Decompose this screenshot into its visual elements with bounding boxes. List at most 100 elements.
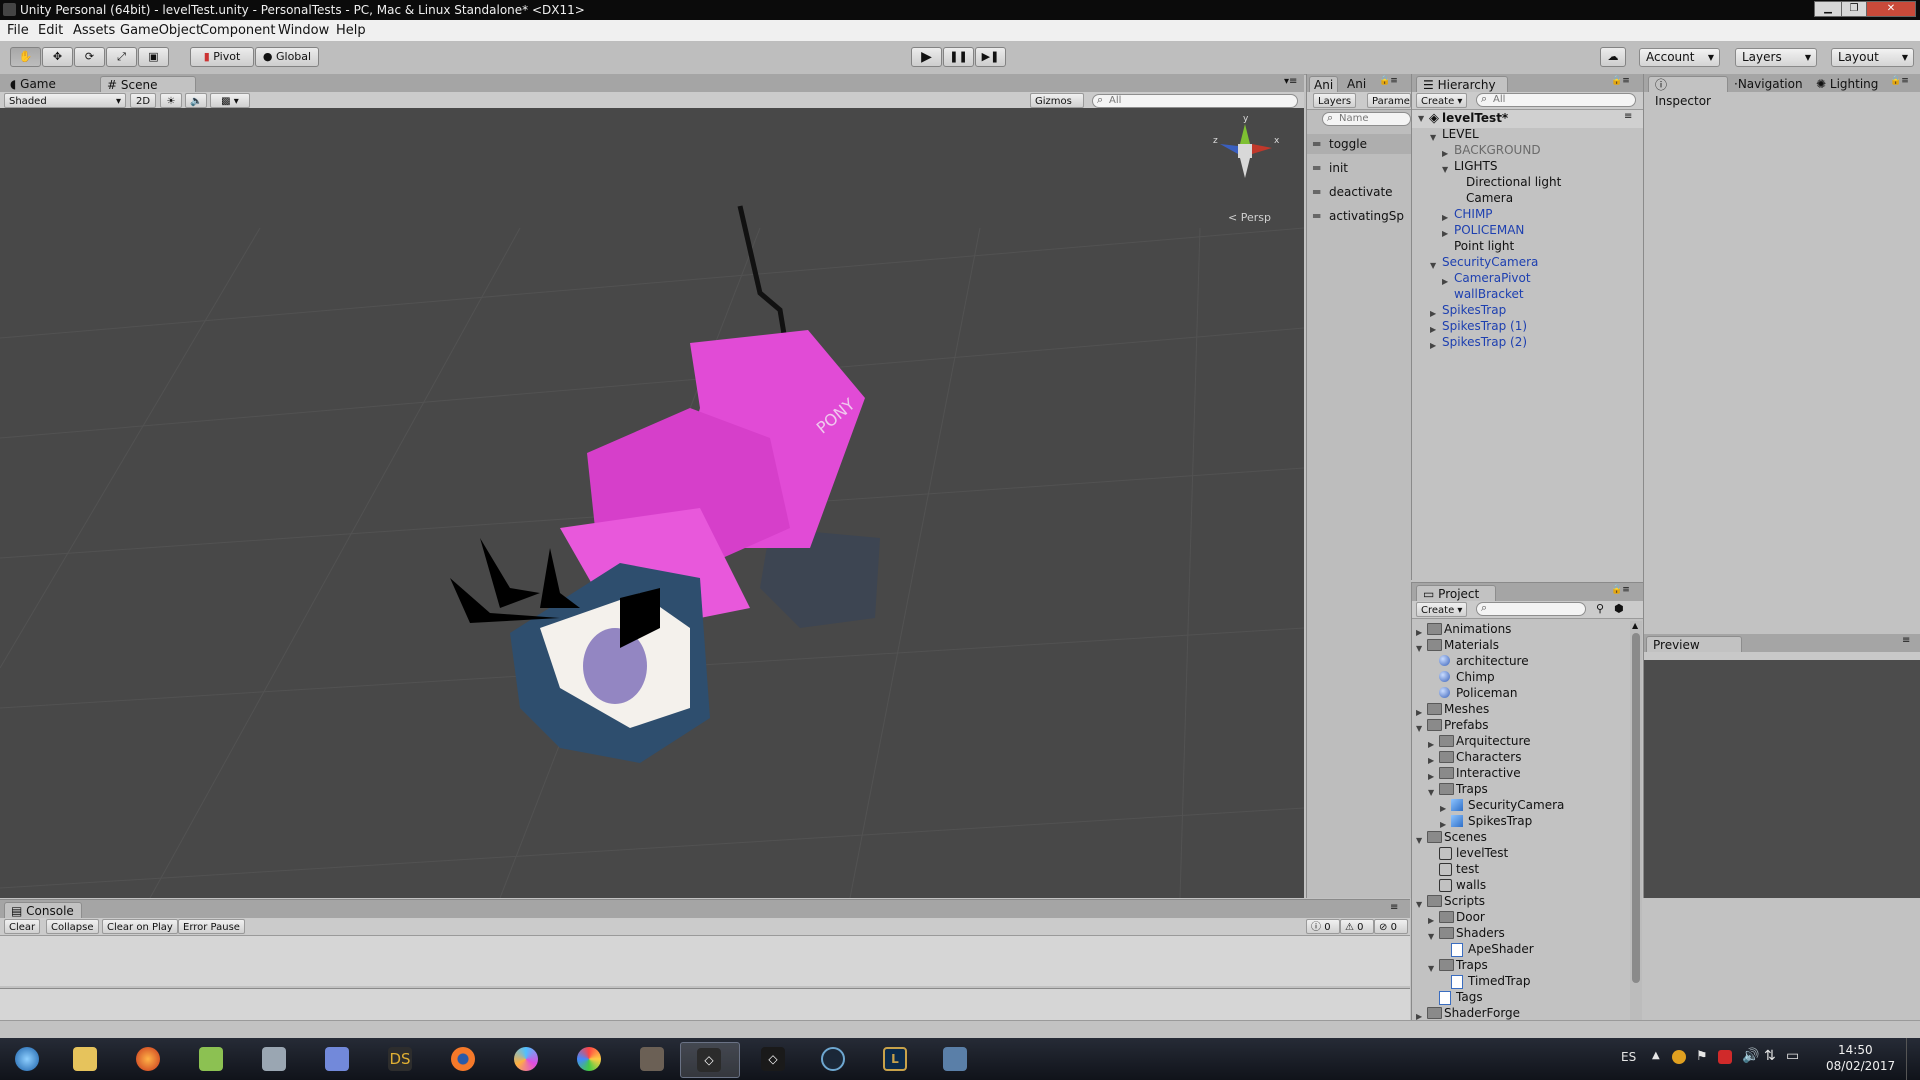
global-toggle[interactable]: ● Global [255,47,319,67]
hierarchy-item[interactable]: Point light [1412,238,1643,254]
hierarchy-search-input[interactable]: All [1476,93,1636,107]
flag-icon[interactable]: ⚑ [1696,1049,1708,1064]
project-item[interactable]: ▶ Door [1412,909,1630,925]
panel-menu-icon[interactable]: ▾≡ [1284,76,1297,87]
hierarchy-item[interactable]: ▶ BACKGROUND [1412,142,1643,158]
tab-layers[interactable]: Layers [1313,93,1357,108]
project-item[interactable]: walls [1412,877,1630,893]
tab-game[interactable]: ◖ Game [4,76,62,92]
hand-tool-button[interactable]: ✋ [10,47,41,67]
layout-dropdown[interactable]: Layout ▼ [1831,48,1914,67]
lock-icon[interactable]: 🔒≡ [1611,585,1630,595]
drag-handle-icon[interactable]: ═ [1313,160,1320,176]
project-item[interactable]: ▶ SecurityCamera [1412,797,1630,813]
taskbar-firefox[interactable] [123,1042,173,1076]
parameter-row[interactable]: ═ activatingSp [1307,206,1411,226]
rect-tool-button[interactable]: ▣ [138,47,169,67]
taskbar-explorer[interactable] [60,1042,110,1076]
console-log-area[interactable] [0,936,1410,986]
menu-assets[interactable]: Assets [73,23,115,38]
maximize-button[interactable]: ❐ [1841,1,1867,17]
project-item[interactable]: ▶ Interactive [1412,765,1630,781]
project-item[interactable]: ApeShader [1412,941,1630,957]
project-item[interactable]: Tags [1412,989,1630,1005]
project-item[interactable]: ▼ Traps [1412,781,1630,797]
tab-preview[interactable]: Preview [1646,636,1742,652]
project-item[interactable]: ▶ Arquitecture [1412,733,1630,749]
pivot-toggle[interactable]: ▮ Pivot [190,47,254,67]
tab-parameters[interactable]: Parame [1367,93,1411,108]
taskbar-notepad[interactable] [186,1042,236,1076]
step-button[interactable]: ▶❚ [975,47,1006,67]
project-item[interactable]: test [1412,861,1630,877]
drag-handle-icon[interactable]: ═ [1313,184,1320,200]
hierarchy-item[interactable]: Directional light [1412,174,1643,190]
panel-menu-icon[interactable]: ≡ [1390,902,1398,913]
display-icon[interactable]: ▭ [1786,1048,1799,1064]
project-item[interactable]: ▼ Materials [1412,637,1630,653]
project-item[interactable]: ▶ Characters [1412,749,1630,765]
taskbar-unity[interactable]: ◇ [748,1042,798,1076]
menu-window[interactable]: Window [278,23,329,38]
scene-viewport[interactable]: PONY y z x < Persp [0,108,1304,898]
taskbar-printer[interactable] [249,1042,299,1076]
taskbar-discord[interactable] [312,1042,362,1076]
taskbar-steam[interactable] [808,1042,858,1076]
console-error-toggle[interactable]: ⊘ 0 [1374,919,1408,934]
tab-project[interactable]: ▭ Project [1416,585,1496,601]
hierarchy-item[interactable]: ▼ LEVEL [1412,126,1643,142]
tab-lighting[interactable]: ✺ Lighting [1810,76,1884,92]
tab-inspector[interactable]: ⓘ Inspector [1648,76,1728,108]
project-item[interactable]: ▶ ShaderForge [1412,1005,1630,1021]
taskbar-unity-active[interactable]: ◇ [680,1042,740,1078]
account-dropdown[interactable]: Account ▼ [1639,48,1720,67]
tab-scene[interactable]: # Scene [100,76,196,92]
project-item[interactable]: ▶ Animations [1412,621,1630,637]
console-error-pause-button[interactable]: Error Pause [178,919,245,934]
effects-dropdown[interactable]: ▩ ▾ [210,93,250,108]
panel-menu-icon[interactable]: ≡ [1902,635,1910,646]
project-item[interactable]: ▶ Meshes [1412,701,1630,717]
project-scrollbar[interactable]: ▲ [1630,621,1642,1021]
tab-animator[interactable]: Ani [1343,76,1370,92]
console-collapse-button[interactable]: Collapse [46,919,99,934]
lighting-toggle[interactable]: ☀ [160,93,182,108]
layers-dropdown[interactable]: Layers ▼ [1735,48,1817,67]
speaker-icon[interactable]: 🔊 [1742,1048,1759,1064]
hierarchy-item[interactable]: wallBracket [1412,286,1643,302]
hierarchy-item[interactable]: ▶ SpikesTrap (1) [1412,318,1643,334]
orientation-gizmo[interactable]: y z x < Persp [1210,114,1280,224]
console-detail-area[interactable] [0,989,1410,1021]
clock-date[interactable]: 08/02/2017 [1826,1059,1895,1073]
project-item[interactable]: ▼ Traps [1412,957,1630,973]
menu-file[interactable]: File [7,23,29,38]
project-item[interactable]: levelTest [1412,845,1630,861]
hierarchy-item[interactable]: ▶ POLICEMAN [1412,222,1643,238]
shading-mode-dropdown[interactable]: Shaded ▾ [4,93,126,108]
start-button[interactable] [2,1042,52,1076]
hierarchy-create-dropdown[interactable]: Create ▾ [1416,93,1468,108]
network-icon[interactable]: ⇅ [1764,1048,1776,1064]
language-indicator[interactable]: ES [1621,1050,1636,1064]
drag-handle-icon[interactable]: ═ [1313,136,1320,152]
tab-animation[interactable]: Ani [1309,76,1339,92]
taskbar-paint[interactable] [564,1042,614,1076]
hierarchy-item[interactable]: ▶ SpikesTrap [1412,302,1643,318]
parameter-row[interactable]: ═ init [1307,158,1411,178]
scene-menu-icon[interactable]: ≡ [1624,111,1632,122]
taskbar-krita[interactable] [501,1042,551,1076]
project-item[interactable]: ▼ Prefabs [1412,717,1630,733]
project-item[interactable]: ▼ Shaders [1412,925,1630,941]
gizmos-dropdown[interactable]: Gizmos ▾ [1030,93,1084,122]
expand-arrow-icon[interactable]: ▼ [1418,114,1424,123]
tab-console[interactable]: ▤ Console [4,902,82,918]
tray-app-icon[interactable] [1672,1050,1686,1064]
tab-hierarchy[interactable]: ☰ Hierarchy [1416,76,1508,92]
project-item[interactable]: Policeman [1412,685,1630,701]
hierarchy-item[interactable]: ▶ SpikesTrap (2) [1412,334,1643,350]
taskbar-ds[interactable]: DS [375,1042,425,1076]
project-item[interactable]: Chimp [1412,669,1630,685]
audio-toggle[interactable]: 🔈 [185,93,207,108]
cloud-button[interactable]: ☁ [1600,47,1626,67]
console-info-toggle[interactable]: ⓘ 0 [1306,919,1340,934]
